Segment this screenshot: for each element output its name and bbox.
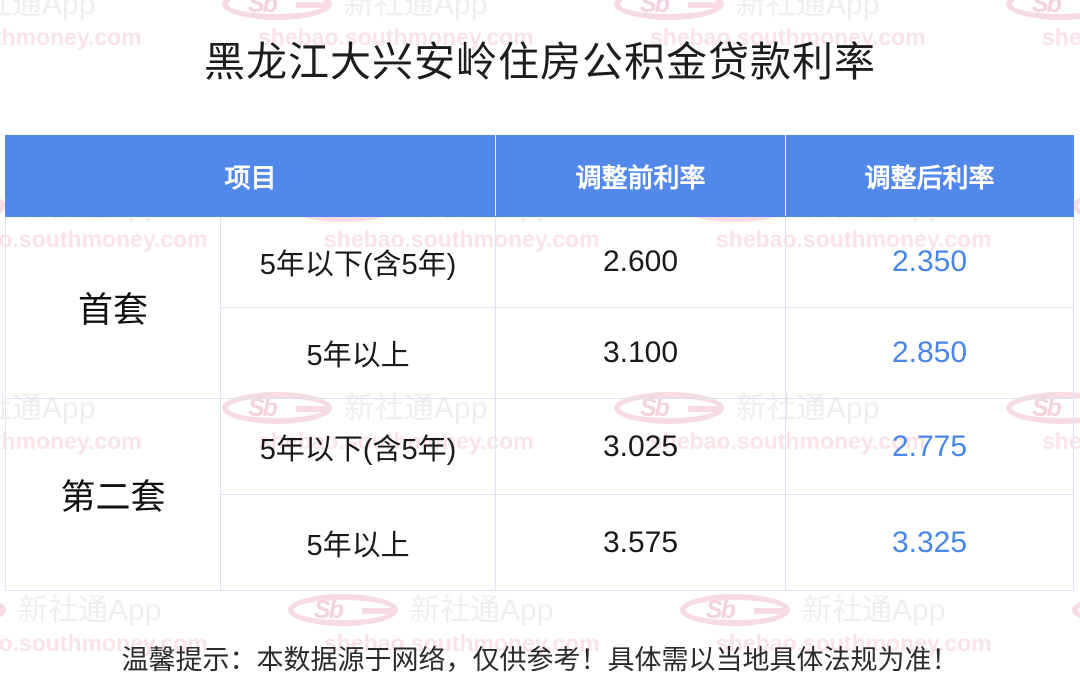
table-body: 首套 5年以下(含5年) 2.600 2.350 5年以上 3.100 2.85… xyxy=(5,216,1075,591)
column-header-after: 调整后利率 xyxy=(785,135,1075,217)
table-header-row: 项目 调整前利率 调整后利率 xyxy=(4,135,1075,217)
rate-table: 项目 调整前利率 调整后利率 首套 5年以下(含5年) 2.600 2.350 … xyxy=(4,135,1075,591)
watermark-logo-icon: Sb xyxy=(680,594,796,628)
watermark-brand: 新社通App xyxy=(736,0,880,21)
column-header-before: 调整前利率 xyxy=(495,135,787,217)
row-value-after: 2.775 xyxy=(785,398,1075,495)
footnote-text: 温馨提示：本数据源于网络，仅供参考！具体需以当地具体法规为准！ xyxy=(121,645,959,675)
watermark-brand: 新社通App xyxy=(802,594,946,627)
group-label-second: 第二套 xyxy=(5,398,221,591)
row-value-after: 2.350 xyxy=(785,216,1075,308)
row-value-before: 3.025 xyxy=(495,398,787,495)
watermark-logo-icon: Sb xyxy=(1006,0,1080,22)
row-item-label: 5年以下(含5年) xyxy=(219,216,497,308)
row-value-before: 2.600 xyxy=(495,216,787,308)
row-value-after: 2.850 xyxy=(785,307,1075,399)
watermark-brand: 新社通App xyxy=(18,594,162,627)
row-value-after: 3.325 xyxy=(785,494,1075,591)
table-row: 首套 5年以下(含5年) 2.600 2.350 xyxy=(5,216,1075,399)
page-title: 黑龙江大兴安岭住房公积金贷款利率 xyxy=(204,39,876,85)
page-root: 黑龙江大兴安岭住房公积金贷款利率 项目 调整前利率 调整后利率 首套 5年以下(… xyxy=(0,0,1080,700)
row-value-before: 3.100 xyxy=(495,307,787,399)
watermark-brand: 新社通App xyxy=(344,0,488,21)
row-value-before: 3.575 xyxy=(495,494,787,591)
watermark-logo-icon: Sb xyxy=(614,0,730,22)
row-item-label: 5年以下(含5年) xyxy=(219,398,497,495)
watermark-brand: 新社通App xyxy=(0,0,96,21)
column-header-item: 项目 xyxy=(4,135,497,217)
table-header: 项目 调整前利率 调整后利率 xyxy=(4,135,1075,217)
watermark-logo-icon: Sb xyxy=(288,594,404,628)
watermark-brand: 新社通App xyxy=(410,594,554,627)
row-item-label: 5年以上 xyxy=(219,307,497,399)
row-item-label: 5年以上 xyxy=(219,494,497,591)
rate-table-container: 项目 调整前利率 调整后利率 首套 5年以下(含5年) 2.600 2.350 … xyxy=(4,135,1075,591)
group-label-first: 首套 xyxy=(5,216,221,399)
watermark-logo-icon: Sb xyxy=(222,0,338,22)
watermark-logo-icon: Sb xyxy=(0,594,12,628)
watermark-logo-icon: Sb xyxy=(1072,594,1080,628)
table-row: 第二套 5年以下(含5年) 3.025 2.775 xyxy=(5,398,1075,591)
